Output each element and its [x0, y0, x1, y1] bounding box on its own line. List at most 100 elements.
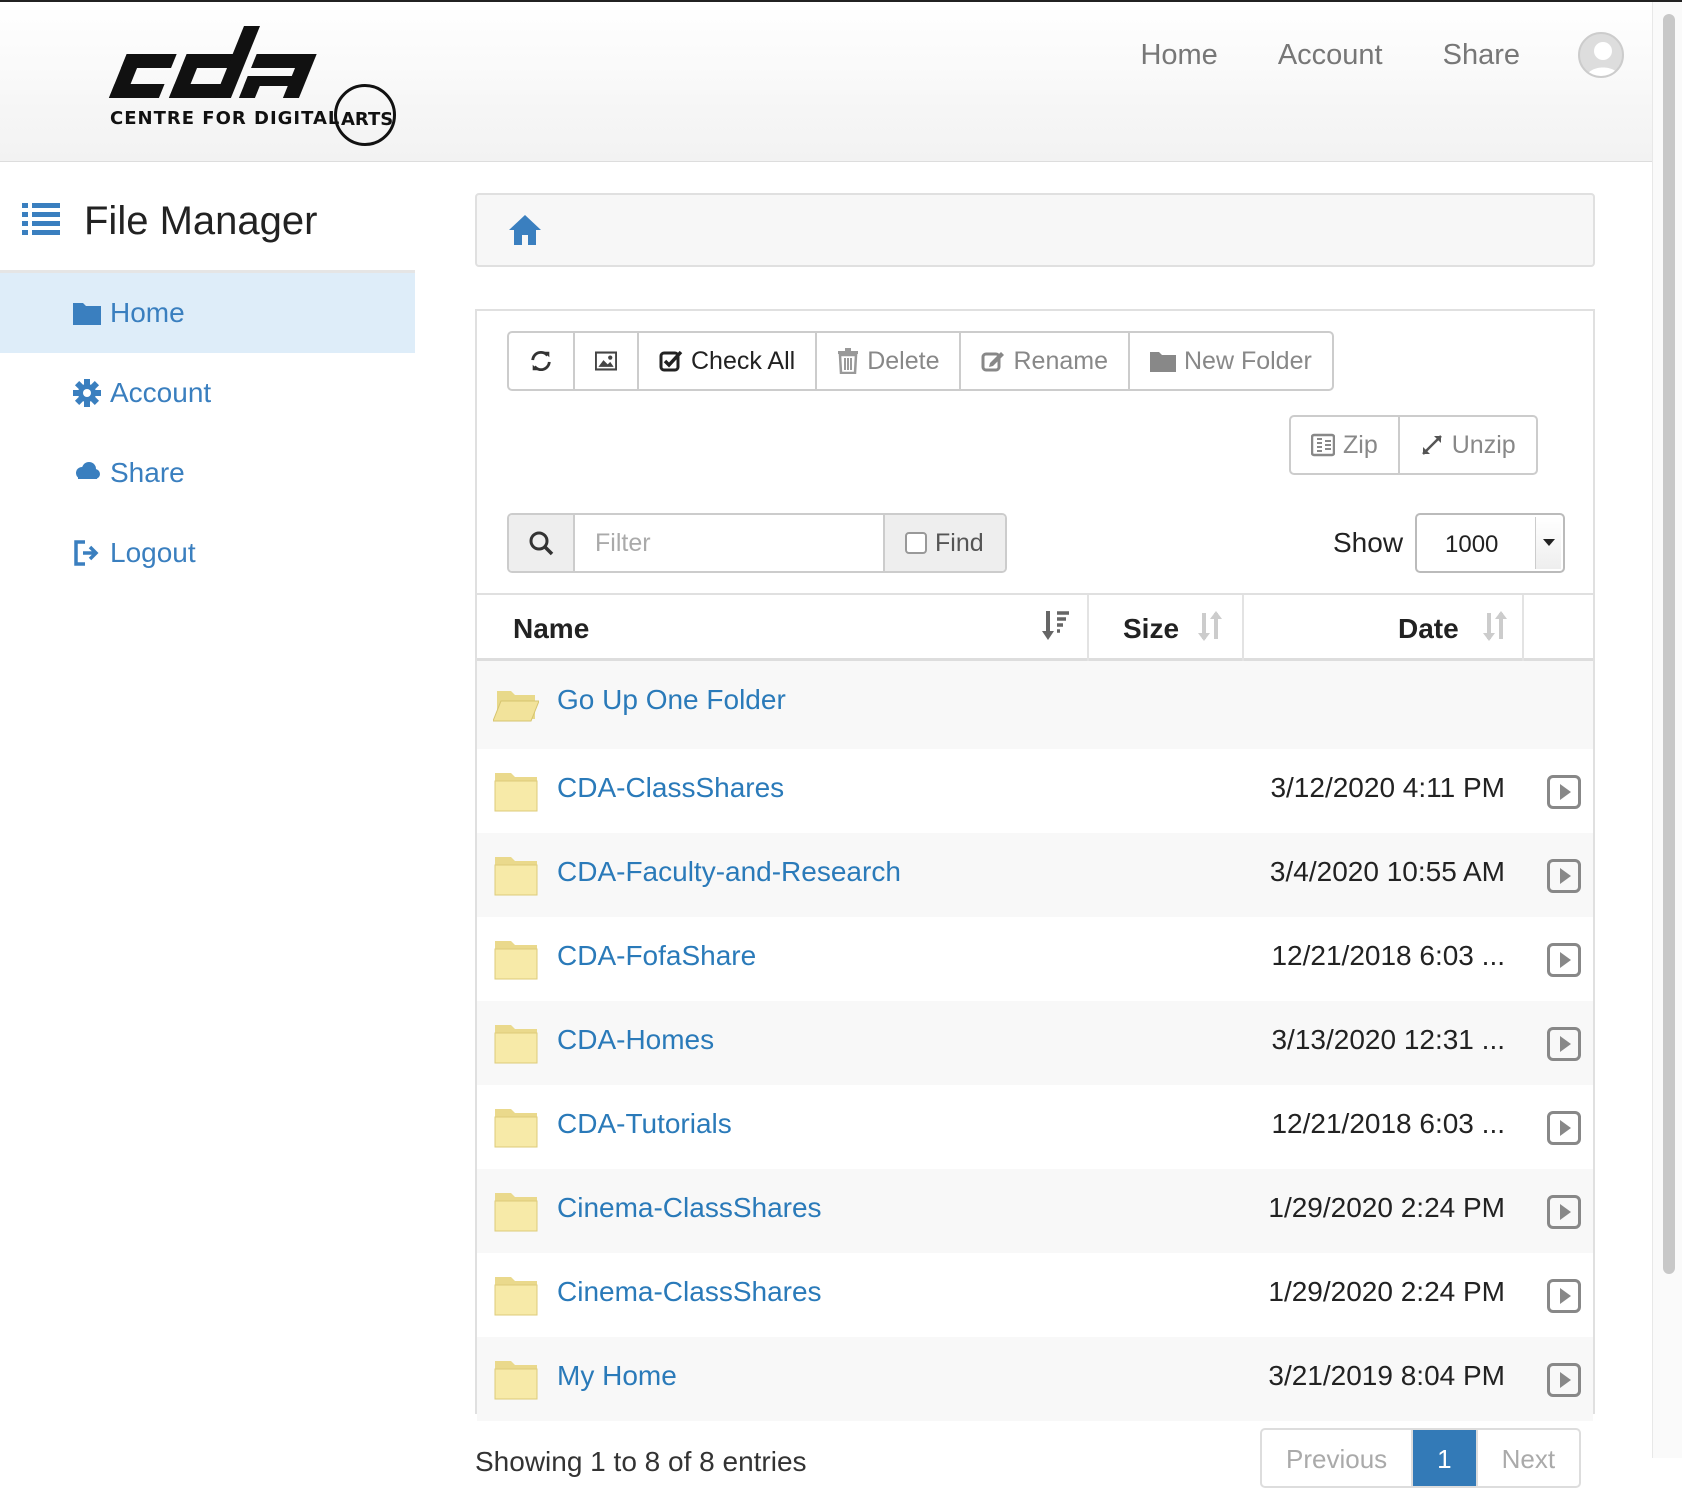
- find-label: Find: [935, 528, 984, 557]
- file-list-panel: Check All Delete Rename New Folder Zip U…: [475, 309, 1595, 1421]
- zip-icon: [1311, 433, 1335, 457]
- page-size-select[interactable]: 1000: [1415, 513, 1565, 573]
- table-row[interactable]: CDA-Faculty-and-Research 3/4/2020 10:55 A…: [477, 833, 1593, 917]
- folder-name-link[interactable]: CDA-Faculty-and-Research: [557, 856, 901, 888]
- go-up-row[interactable]: Go Up One Folder: [477, 661, 1593, 749]
- find-checkbox[interactable]: [905, 532, 927, 554]
- row-action-play-icon[interactable]: [1547, 1027, 1581, 1061]
- zip-button[interactable]: Zip: [1291, 417, 1398, 473]
- nav-share[interactable]: Share: [1443, 39, 1520, 72]
- expand-icon: [1421, 435, 1442, 455]
- new-folder-label: New Folder: [1183, 346, 1312, 375]
- delete-label: Delete: [867, 346, 940, 375]
- folder-name-link[interactable]: CDA-ClassShares: [557, 772, 784, 804]
- folder-name-link[interactable]: My Home: [557, 1360, 677, 1392]
- list-icon: [22, 203, 60, 235]
- column-name-label: Name: [513, 613, 590, 644]
- nav-account[interactable]: Account: [1278, 39, 1383, 72]
- folder-icon: [494, 857, 538, 896]
- column-date[interactable]: Date: [1244, 595, 1524, 661]
- cloud-icon: [76, 462, 100, 479]
- new-folder-button[interactable]: New Folder: [1127, 333, 1332, 389]
- folder-icon: [494, 1277, 538, 1316]
- cda-logo[interactable]: CENTRE FOR DIGITAL ARTS: [108, 26, 408, 152]
- table-row[interactable]: CDA-Tutorials 12/21/2018 6:03 ...: [477, 1085, 1593, 1169]
- folder-date: 3/21/2019 8:04 PM: [1268, 1360, 1505, 1391]
- sidebar-item-account[interactable]: Account: [0, 353, 415, 433]
- sidebar-title: File Manager: [84, 199, 318, 243]
- sidebar-item-share[interactable]: Share: [0, 433, 415, 513]
- rename-label: Rename: [1013, 346, 1108, 375]
- row-action-play-icon[interactable]: [1547, 1195, 1581, 1229]
- go-up-label[interactable]: Go Up One Folder: [557, 684, 786, 716]
- user-avatar-icon[interactable]: [1578, 32, 1624, 78]
- logo-arts-text: ARTS: [341, 109, 394, 130]
- table-row[interactable]: CDA-Homes 3/13/2020 12:31 ...: [477, 1001, 1593, 1085]
- table-row[interactable]: My Home 3/21/2019 8:04 PM: [477, 1337, 1593, 1421]
- toolbar-main: Check All Delete Rename New Folder: [507, 331, 1334, 391]
- folder-name-link[interactable]: CDA-Tutorials: [557, 1108, 732, 1140]
- folder-name-link[interactable]: CDA-Homes: [557, 1024, 714, 1056]
- table-row[interactable]: Cinema-ClassShares 1/29/2020 2:24 PM: [477, 1253, 1593, 1337]
- table-header: Name Size Date: [477, 593, 1593, 661]
- sidebar-item-label: Account: [110, 377, 212, 408]
- show-label: Show: [1333, 527, 1404, 558]
- folder-icon: [494, 941, 538, 980]
- delete-button[interactable]: Delete: [815, 333, 959, 389]
- folder-icon: [494, 1193, 538, 1232]
- check-all-label: Check All: [691, 346, 796, 375]
- page-size-value: 1000: [1445, 531, 1499, 558]
- gear-icon: [73, 379, 101, 407]
- sidebar-item-logout[interactable]: Logout: [0, 513, 415, 593]
- chevron-down-icon[interactable]: [1535, 517, 1561, 569]
- column-size[interactable]: Size: [1089, 595, 1244, 661]
- folder-icon: [1149, 352, 1176, 372]
- table-row[interactable]: CDA-ClassShares 3/12/2020 4:11 PM: [477, 749, 1593, 833]
- folder-name-link[interactable]: CDA-FofaShare: [557, 940, 756, 972]
- column-size-label: Size: [1123, 613, 1180, 644]
- refresh-button[interactable]: [509, 333, 573, 389]
- find-toggle[interactable]: Find: [883, 515, 1005, 571]
- folder-icon: [73, 303, 101, 325]
- folder-name-link[interactable]: Cinema-ClassShares: [557, 1192, 822, 1224]
- column-date-label: Date: [1398, 613, 1459, 644]
- scrollbar-thumb[interactable]: [1663, 14, 1675, 1274]
- sort-desc-icon: [1042, 611, 1069, 640]
- row-action-play-icon[interactable]: [1547, 775, 1581, 809]
- pager-next[interactable]: Next: [1475, 1430, 1579, 1486]
- top-nav: Home Account Share: [1080, 2, 1652, 108]
- cda-logo-mark: [108, 26, 317, 98]
- row-action-play-icon[interactable]: [1547, 1111, 1581, 1145]
- pager-page-1[interactable]: 1: [1411, 1430, 1476, 1486]
- unzip-button[interactable]: Unzip: [1397, 417, 1536, 473]
- row-action-play-icon[interactable]: [1547, 859, 1581, 893]
- rename-button[interactable]: Rename: [959, 333, 1128, 389]
- sidebar-item-label: Home: [110, 297, 185, 328]
- top-navbar: CENTRE FOR DIGITAL ARTS Home Account Sha…: [0, 2, 1652, 162]
- page-scrollbar[interactable]: [1652, 2, 1682, 1458]
- search-icon: [509, 515, 575, 571]
- table-row[interactable]: CDA-FofaShare 12/21/2018 6:03 ...: [477, 917, 1593, 1001]
- edit-icon: [981, 352, 1005, 372]
- sidebar-item-home[interactable]: Home: [0, 273, 415, 353]
- home-icon[interactable]: [507, 213, 543, 247]
- filter-input[interactable]: [575, 515, 883, 571]
- folder-date: 12/21/2018 6:03 ...: [1271, 1108, 1505, 1139]
- nav-home[interactable]: Home: [1140, 39, 1217, 72]
- table-row[interactable]: Cinema-ClassShares 1/29/2020 2:24 PM: [477, 1169, 1593, 1253]
- sidebar-item-label: Logout: [110, 537, 196, 568]
- sidebar-item-label: Share: [110, 457, 185, 488]
- row-action-play-icon[interactable]: [1547, 943, 1581, 977]
- column-name[interactable]: Name: [477, 595, 1089, 661]
- pagination: Previous 1 Next: [1260, 1428, 1582, 1488]
- row-action-play-icon[interactable]: [1547, 1363, 1581, 1397]
- open-folder-icon: [493, 691, 539, 722]
- pager-previous[interactable]: Previous: [1262, 1430, 1411, 1486]
- folder-date: 3/12/2020 4:11 PM: [1270, 772, 1505, 803]
- row-action-play-icon[interactable]: [1547, 1279, 1581, 1313]
- image-view-button[interactable]: [573, 333, 637, 389]
- check-all-button[interactable]: Check All: [637, 333, 815, 389]
- folder-icon: [494, 1025, 538, 1064]
- folder-name-link[interactable]: Cinema-ClassShares: [557, 1276, 822, 1308]
- filter-group: Find: [507, 513, 1007, 573]
